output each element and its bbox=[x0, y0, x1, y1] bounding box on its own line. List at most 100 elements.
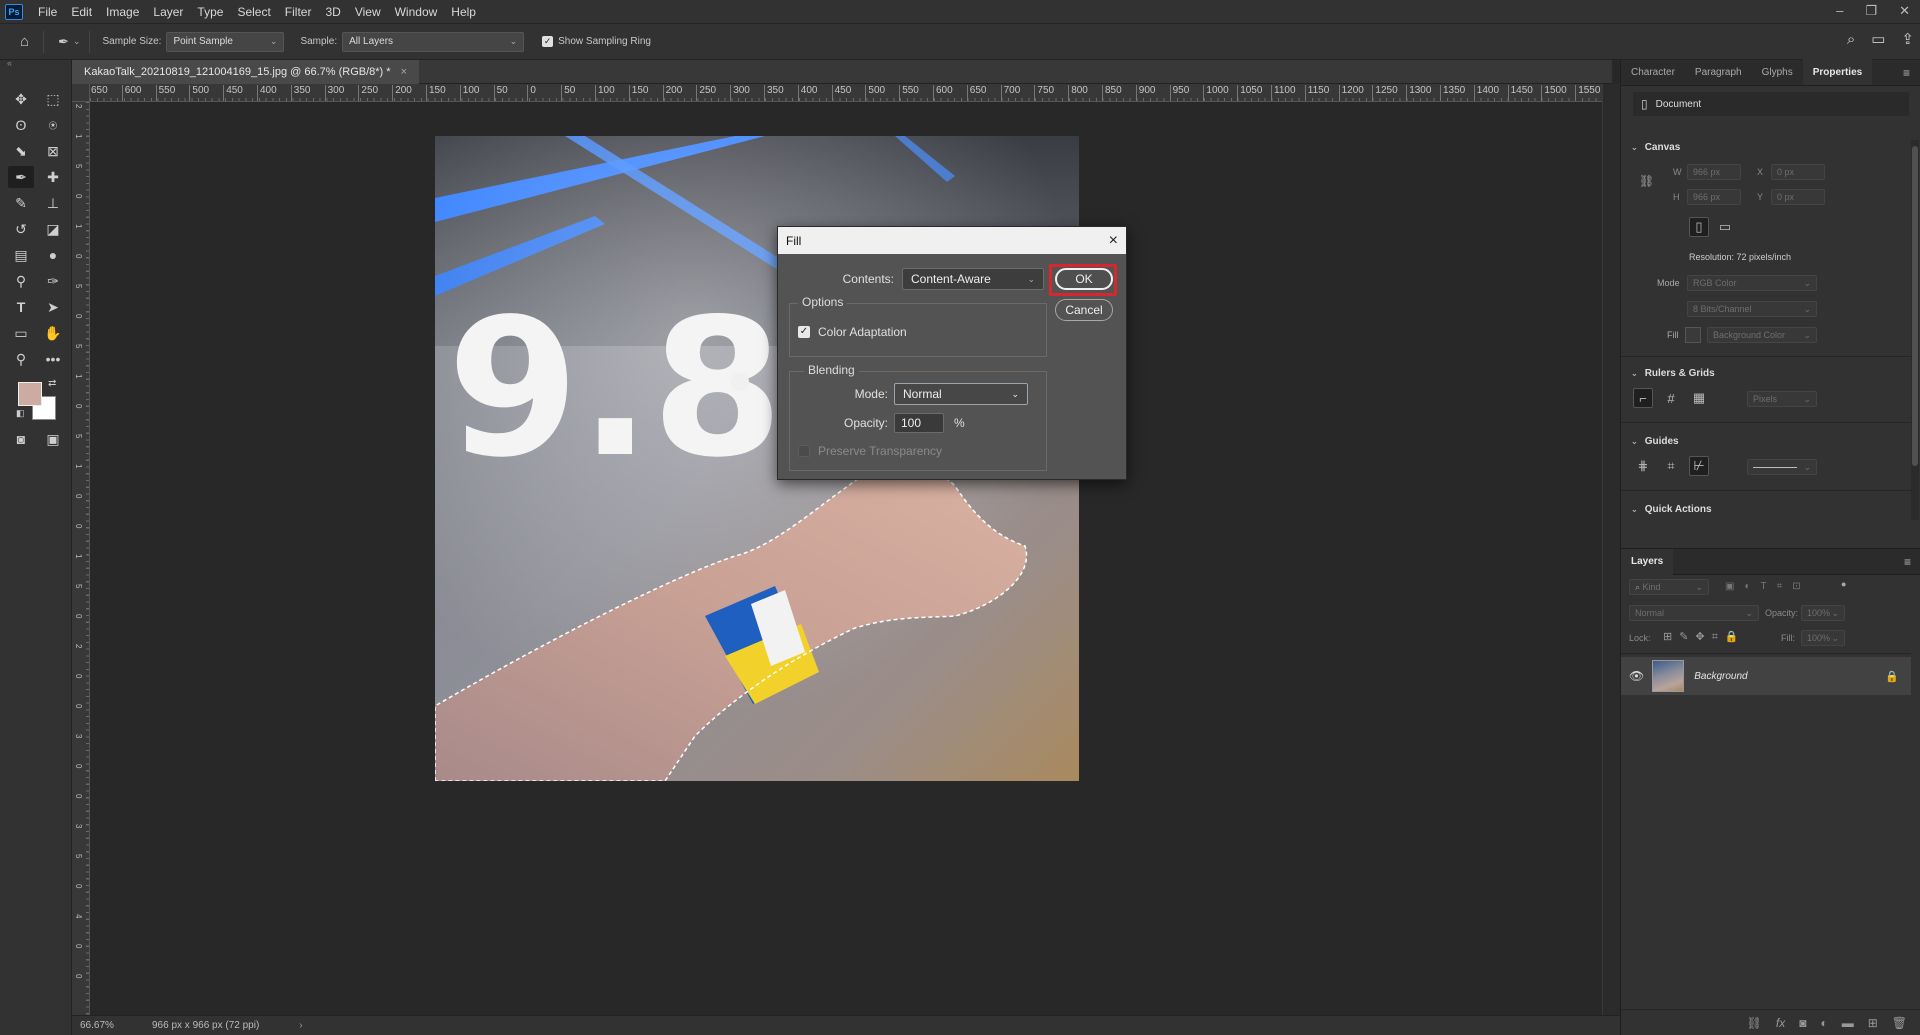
marquee-tool-icon[interactable]: ⬚ bbox=[40, 88, 66, 110]
preset-chevron-icon[interactable]: ⌄ bbox=[73, 36, 81, 47]
blur-tool-icon[interactable]: ● bbox=[40, 244, 66, 266]
screen-mode-icon[interactable]: ▣ bbox=[40, 428, 66, 450]
restore-button[interactable]: ❐ bbox=[1865, 0, 1877, 22]
sample-size-select[interactable]: Point Sample ⌄ bbox=[166, 31, 285, 52]
type-tool-icon[interactable]: T bbox=[8, 296, 34, 318]
menu-image[interactable]: Image bbox=[99, 0, 146, 24]
layer-filter-icons[interactable]: ▣◐T⌗⊡ bbox=[1725, 581, 1811, 592]
delete-layer-icon[interactable]: 🗑 bbox=[1892, 1016, 1907, 1030]
menu-file[interactable]: File bbox=[31, 0, 64, 24]
landscape-icon[interactable]: ▭ bbox=[1715, 217, 1735, 237]
visibility-eye-icon[interactable]: 👁 bbox=[1629, 669, 1644, 683]
history-brush-tool-icon[interactable]: ↺ bbox=[8, 218, 34, 240]
frame-tool-icon[interactable]: ⊠ bbox=[40, 140, 66, 162]
new-layer-icon[interactable]: ⊞ bbox=[1868, 1016, 1878, 1030]
move-tool-icon[interactable]: ✥ bbox=[8, 88, 34, 110]
canvas-section[interactable]: ⌄ Canvas bbox=[1631, 142, 1680, 153]
menu-help[interactable]: Help bbox=[444, 0, 483, 24]
smart-guides-icon[interactable]: ⊬ bbox=[1689, 456, 1709, 476]
lasso-tool-icon[interactable]: ʘ bbox=[8, 114, 34, 136]
lock-icon[interactable]: 🔒 bbox=[1885, 670, 1899, 683]
menu-filter[interactable]: Filter bbox=[278, 0, 319, 24]
close-icon[interactable]: × bbox=[1109, 232, 1118, 248]
new-group-icon[interactable]: ▬ bbox=[1842, 1016, 1854, 1030]
ruler-icon[interactable]: ⌐ bbox=[1633, 388, 1653, 408]
guide-layout-icon[interactable]: ⌗ bbox=[1661, 456, 1681, 476]
vertical-ruler[interactable]: 215010505105100150200300350400 bbox=[72, 102, 90, 1015]
tab-layers[interactable]: Layers bbox=[1621, 548, 1674, 575]
lock-icons[interactable]: ⊞✎✥⌗🔒 bbox=[1663, 630, 1746, 644]
menu-type[interactable]: Type bbox=[190, 0, 230, 24]
close-button[interactable]: ✕ bbox=[1899, 0, 1910, 22]
more-tools-icon[interactable]: ••• bbox=[40, 348, 66, 370]
foreground-color-swatch[interactable] bbox=[18, 382, 42, 406]
grid-icon[interactable]: # bbox=[1661, 388, 1681, 408]
pen-tool-icon[interactable]: ✑ bbox=[40, 270, 66, 292]
pixel-grid-icon[interactable]: ▦ bbox=[1689, 388, 1709, 408]
filter-toggle-icon[interactable]: ● bbox=[1841, 579, 1846, 589]
panel-menu-icon[interactable]: ≡ bbox=[1903, 66, 1910, 80]
cancel-button[interactable]: Cancel bbox=[1055, 299, 1113, 321]
stamp-tool-icon[interactable]: ⊥ bbox=[40, 192, 66, 214]
search-icon[interactable]: ⌕ bbox=[1847, 31, 1855, 48]
share-icon[interactable]: ⇪ bbox=[1901, 30, 1914, 48]
color-mode-select[interactable]: RGB Color ⌄ bbox=[1687, 275, 1817, 291]
guides-section[interactable]: ⌄ Guides bbox=[1631, 436, 1679, 447]
quick-actions-section[interactable]: ⌄ Quick Actions bbox=[1631, 504, 1712, 515]
close-tab-icon[interactable]: × bbox=[401, 66, 407, 78]
menu-edit[interactable]: Edit bbox=[64, 0, 99, 24]
status-chevron-icon[interactable]: › bbox=[299, 1020, 302, 1031]
properties-scrollbar[interactable] bbox=[1911, 140, 1919, 520]
add-mask-icon[interactable]: ◙ bbox=[1799, 1016, 1806, 1030]
home-icon[interactable]: ⌂ bbox=[20, 33, 29, 50]
hand-tool-icon[interactable]: ✋ bbox=[40, 322, 66, 344]
layer-blend-mode-select[interactable]: Normal ⌄ bbox=[1629, 605, 1759, 621]
show-sampling-ring-checkbox[interactable]: ✓ bbox=[542, 36, 554, 47]
layer-kind-filter[interactable]: ⌕ Kind ⌄ bbox=[1629, 579, 1709, 595]
fx-icon[interactable]: fx bbox=[1776, 1016, 1785, 1030]
collapse-icon[interactable]: « bbox=[7, 58, 12, 68]
layer-row-background[interactable]: 👁 Background 🔒 bbox=[1621, 657, 1911, 695]
menu-layer[interactable]: Layer bbox=[146, 0, 190, 24]
width-field[interactable]: 966 px bbox=[1687, 164, 1741, 180]
dodge-tool-icon[interactable]: ⚲ bbox=[8, 270, 34, 292]
mode-select[interactable]: Normal ⌄ bbox=[894, 383, 1028, 405]
layer-name[interactable]: Background bbox=[1694, 671, 1885, 682]
layers-menu-icon[interactable]: ≡ bbox=[1904, 555, 1911, 569]
horizontal-ruler[interactable]: 650 600 550 500 450 400 350 300 250 200 150 100 50 0 5… bbox=[90, 84, 1602, 102]
path-selection-tool-icon[interactable]: ➤ bbox=[40, 296, 66, 318]
rectangle-tool-icon[interactable]: ▭ bbox=[8, 322, 34, 344]
fill-swatch[interactable] bbox=[1685, 327, 1701, 343]
zoom-level[interactable]: 66.67% bbox=[80, 1020, 140, 1031]
quick-selection-tool-icon[interactable]: ⍟ bbox=[40, 114, 66, 136]
menu-select[interactable]: Select bbox=[230, 0, 277, 24]
adjustment-layer-icon[interactable]: ◐ bbox=[1820, 1016, 1827, 1030]
height-field[interactable]: 966 px bbox=[1687, 189, 1741, 205]
tab-properties[interactable]: Properties bbox=[1802, 59, 1873, 85]
brush-tool-icon[interactable]: ✎ bbox=[8, 192, 34, 214]
tab-character[interactable]: Character bbox=[1621, 59, 1685, 85]
x-field[interactable]: 0 px bbox=[1771, 164, 1825, 180]
zoom-tool-icon[interactable]: ⚲ bbox=[8, 348, 34, 370]
tab-glyphs[interactable]: Glyphs bbox=[1752, 59, 1803, 85]
eyedropper-tool-icon[interactable]: ✒ bbox=[8, 166, 34, 188]
sample-select[interactable]: All Layers ⌄ bbox=[342, 31, 525, 52]
ruler-units-select[interactable]: Pixels ⌄ bbox=[1747, 391, 1817, 407]
layer-fill-field[interactable]: 100% ⌄ bbox=[1801, 630, 1845, 646]
healing-brush-tool-icon[interactable]: ✚ bbox=[40, 166, 66, 188]
menu-window[interactable]: Window bbox=[388, 0, 445, 24]
object-selection-tool-icon[interactable]: ⬊ bbox=[8, 140, 34, 162]
quick-mask-icon[interactable]: ◙ bbox=[8, 428, 34, 450]
tab-paragraph[interactable]: Paragraph bbox=[1685, 59, 1752, 85]
preserve-transparency-checkbox[interactable] bbox=[798, 445, 810, 457]
swap-colors-icon[interactable]: ⇄ bbox=[48, 378, 56, 389]
layer-opacity-field[interactable]: 100% ⌄ bbox=[1801, 605, 1845, 621]
rulers-grids-section[interactable]: ⌄ Rulers & Grids bbox=[1631, 368, 1715, 379]
color-adaptation-checkbox[interactable]: ✓ bbox=[798, 326, 810, 338]
guides-icon[interactable]: ⋕ bbox=[1633, 456, 1653, 476]
y-field[interactable]: 0 px bbox=[1771, 189, 1825, 205]
bit-depth-select[interactable]: 8 Bits/Channel ⌄ bbox=[1687, 301, 1817, 317]
link-icon[interactable]: ⛓ bbox=[1639, 174, 1654, 188]
eraser-tool-icon[interactable]: ◪ bbox=[40, 218, 66, 240]
eyedropper-preset-icon[interactable]: ✒ bbox=[58, 34, 69, 50]
